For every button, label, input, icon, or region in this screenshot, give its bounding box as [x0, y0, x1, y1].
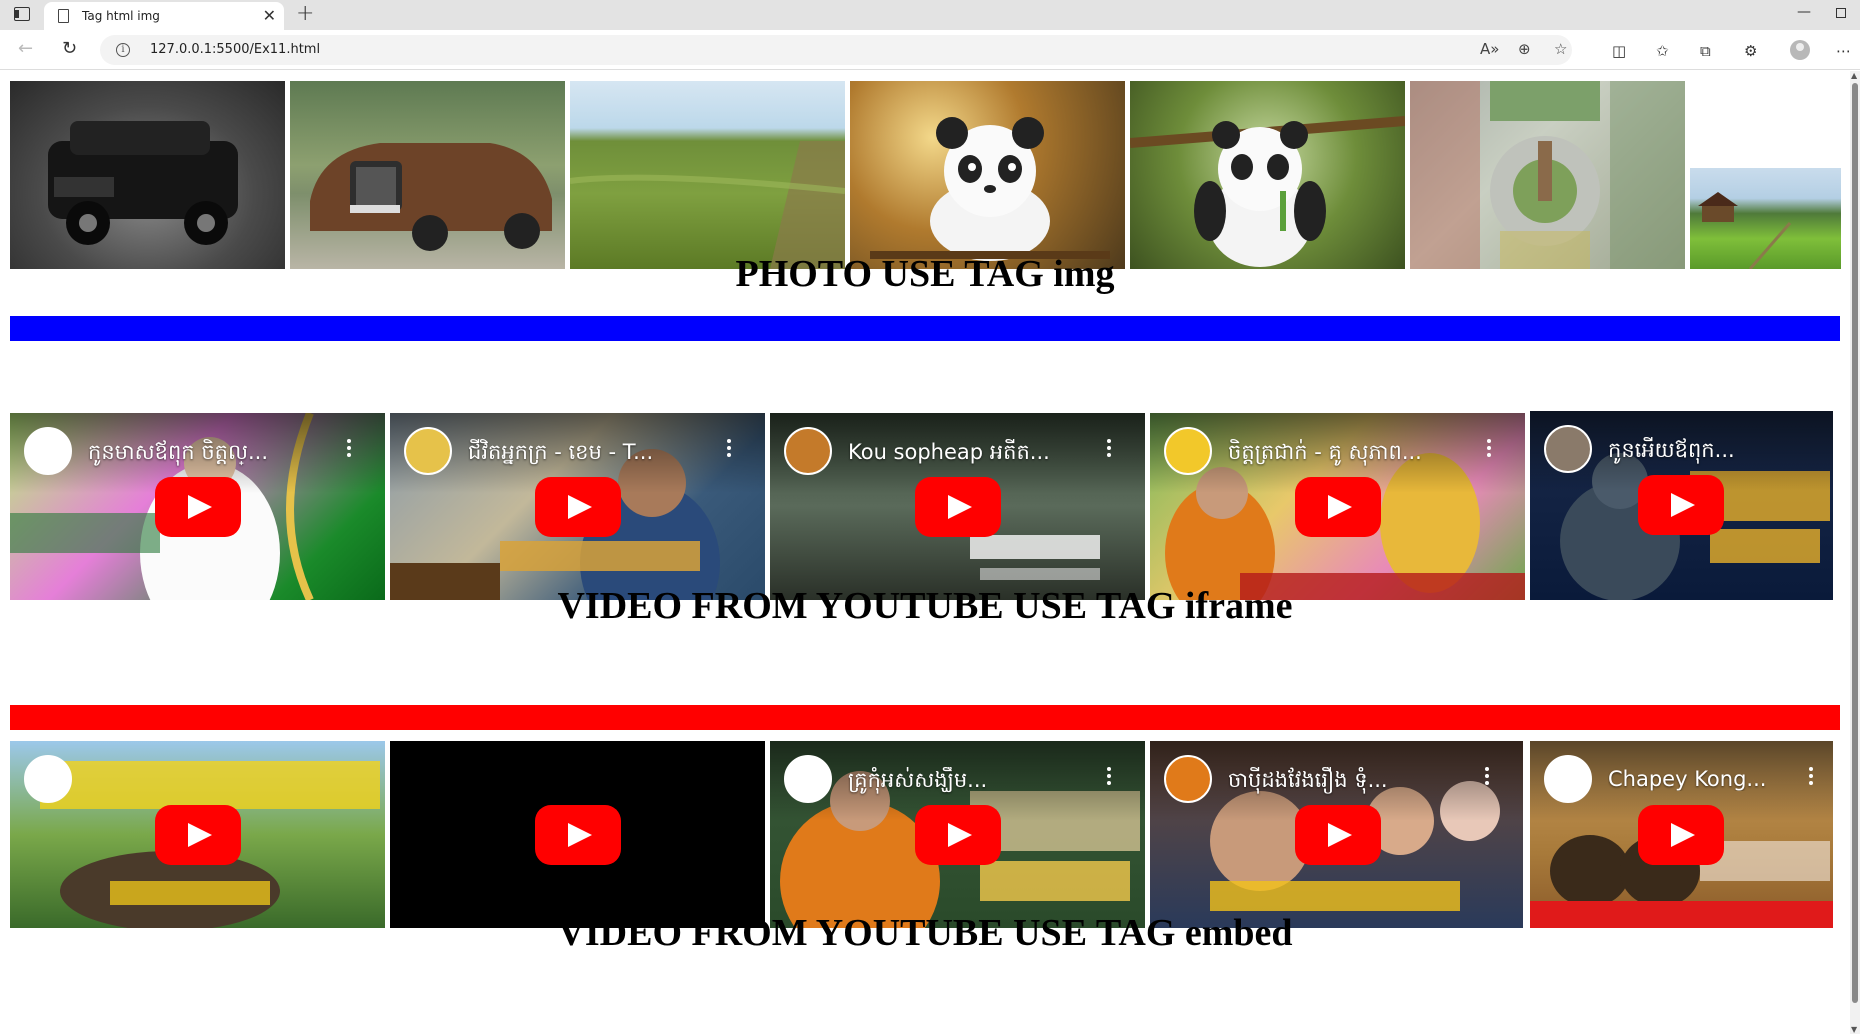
- blue-divider-bar: [10, 316, 1840, 341]
- video-title[interactable]: កូនអើយឪពុក...: [1608, 437, 1783, 468]
- heading-img: PHOTO USE TAG img: [735, 253, 1115, 295]
- extensions-icon[interactable]: ⚙: [1744, 42, 1757, 60]
- collections-icon[interactable]: ⧉: [1700, 42, 1711, 60]
- photo-rice-field: [570, 81, 845, 269]
- youtube-play-icon[interactable]: [535, 805, 621, 865]
- more-icon[interactable]: [1107, 439, 1111, 459]
- more-icon[interactable]: [1809, 767, 1813, 787]
- tab-title: Tag html img: [82, 9, 160, 23]
- more-icon[interactable]: [347, 439, 351, 459]
- tab-actions-icon[interactable]: [14, 7, 30, 21]
- page-icon: [58, 9, 69, 23]
- photo-cartoon-panda: [850, 81, 1125, 269]
- photo-sedan: [290, 81, 565, 269]
- embed-video-2[interactable]: [390, 741, 765, 928]
- address-bar[interactable]: i 127.0.0.1:5500/Ex11.html A» ⊕ ☆: [100, 35, 1572, 65]
- youtube-play-icon[interactable]: [1295, 805, 1381, 865]
- photo-suv: [10, 81, 285, 269]
- iframe-video-3[interactable]: Kou sopheap អតីត...: [770, 413, 1145, 600]
- favorites-icon[interactable]: ✩: [1656, 42, 1669, 60]
- youtube-play-icon[interactable]: [155, 805, 241, 865]
- channel-avatar[interactable]: [24, 755, 72, 803]
- video-title[interactable]: Kou sopheap អតីត...: [848, 439, 1093, 470]
- scrollbar-thumb[interactable]: [1852, 83, 1858, 1003]
- youtube-play-icon[interactable]: [155, 477, 241, 537]
- channel-avatar[interactable]: [1544, 755, 1592, 803]
- channel-avatar[interactable]: [404, 427, 452, 475]
- channel-avatar[interactable]: [1164, 755, 1212, 803]
- scroll-up-icon[interactable]: ▲: [1851, 71, 1857, 80]
- page-viewport: PHOTO USE TAG img កូនមាសឪពុក ចិត្តល្... …: [0, 71, 1850, 1034]
- restore-icon[interactable]: [1836, 8, 1846, 18]
- split-screen-icon[interactable]: ◫: [1612, 42, 1626, 60]
- channel-avatar[interactable]: [24, 427, 72, 475]
- photo-panda-swing: [1130, 81, 1405, 269]
- more-icon[interactable]: [727, 439, 731, 459]
- channel-avatar[interactable]: [1544, 425, 1592, 473]
- youtube-play-icon[interactable]: [915, 477, 1001, 537]
- browser-tab[interactable]: Tag html img ✕: [44, 2, 284, 30]
- new-tab-button[interactable]: +: [296, 1, 314, 26]
- heading-embed: VIDEO FROM YOUTUBE USE TAG embed: [557, 912, 1293, 954]
- heading-iframe: VIDEO FROM YOUTUBE USE TAG iframe: [557, 585, 1293, 627]
- url-text[interactable]: 127.0.0.1:5500/Ex11.html: [150, 42, 320, 57]
- embed-video-5[interactable]: Chapey Kong...: [1530, 741, 1833, 928]
- video-title[interactable]: កូនមាសឪពុក ចិត្តល្...: [88, 439, 333, 470]
- more-icon[interactable]: [1107, 767, 1111, 787]
- close-icon[interactable]: ✕: [263, 6, 276, 25]
- iframe-video-2[interactable]: ជីវិតអ្នកក្រ - ខេម - T...: [390, 413, 765, 600]
- youtube-play-icon[interactable]: [1295, 477, 1381, 537]
- vertical-scrollbar[interactable]: ▲ ▼: [1850, 71, 1860, 1034]
- channel-avatar[interactable]: [784, 755, 832, 803]
- photo-roundabout: [1410, 81, 1685, 269]
- embed-video-1[interactable]: [10, 741, 385, 928]
- more-icon[interactable]: [1485, 767, 1489, 787]
- video-title[interactable]: ចិត្តត្រជាក់ - គូ សុភាព...: [1228, 439, 1473, 470]
- back-arrow-icon[interactable]: ←: [18, 38, 33, 59]
- iframe-video-1[interactable]: កូនមាសឪពុក ចិត្តល្...: [10, 413, 385, 600]
- red-divider-bar: [10, 705, 1840, 730]
- info-icon[interactable]: i: [116, 43, 130, 57]
- more-icon[interactable]: [1487, 439, 1491, 459]
- video-title[interactable]: Chapey Kong...: [1608, 767, 1783, 791]
- scroll-down-icon[interactable]: ▼: [1851, 1025, 1857, 1034]
- iframe-video-5[interactable]: កូនអើយឪពុក...: [1530, 411, 1833, 600]
- embed-video-3[interactable]: គ្រូកុំអស់សង្ឃឹម...: [770, 741, 1145, 928]
- embed-video-4[interactable]: ចាប៉ីដងវែងរឿង ទុំ...: [1150, 741, 1523, 928]
- video-title[interactable]: គ្រូកុំអស់សង្ឃឹម...: [848, 767, 1093, 798]
- browser-toolbar: ← ↻ i 127.0.0.1:5500/Ex11.html A» ⊕ ☆ ◫ …: [0, 30, 1860, 70]
- tab-bar: Tag html img ✕ + —: [0, 0, 1860, 30]
- zoom-icon[interactable]: ⊕: [1518, 40, 1531, 58]
- video-title[interactable]: ជីវិតអ្នកក្រ - ខេម - T...: [468, 439, 713, 470]
- youtube-play-icon[interactable]: [915, 805, 1001, 865]
- video-title[interactable]: ចាប៉ីដងវែងរឿង ទុំ...: [1228, 767, 1473, 798]
- read-aloud-icon[interactable]: A»: [1480, 40, 1499, 58]
- star-icon[interactable]: ☆: [1554, 40, 1567, 58]
- youtube-play-icon[interactable]: [1638, 805, 1724, 865]
- iframe-video-4[interactable]: ចិត្តត្រជាក់ - គូ សុភាព...: [1150, 413, 1525, 600]
- youtube-play-icon[interactable]: [535, 477, 621, 537]
- youtube-play-icon[interactable]: [1638, 475, 1724, 535]
- channel-avatar[interactable]: [784, 427, 832, 475]
- minimize-icon[interactable]: —: [1797, 4, 1811, 20]
- profile-icon[interactable]: [1790, 40, 1810, 60]
- reload-icon[interactable]: ↻: [62, 38, 77, 59]
- more-icon[interactable]: ⋯: [1836, 42, 1851, 60]
- channel-avatar[interactable]: [1164, 427, 1212, 475]
